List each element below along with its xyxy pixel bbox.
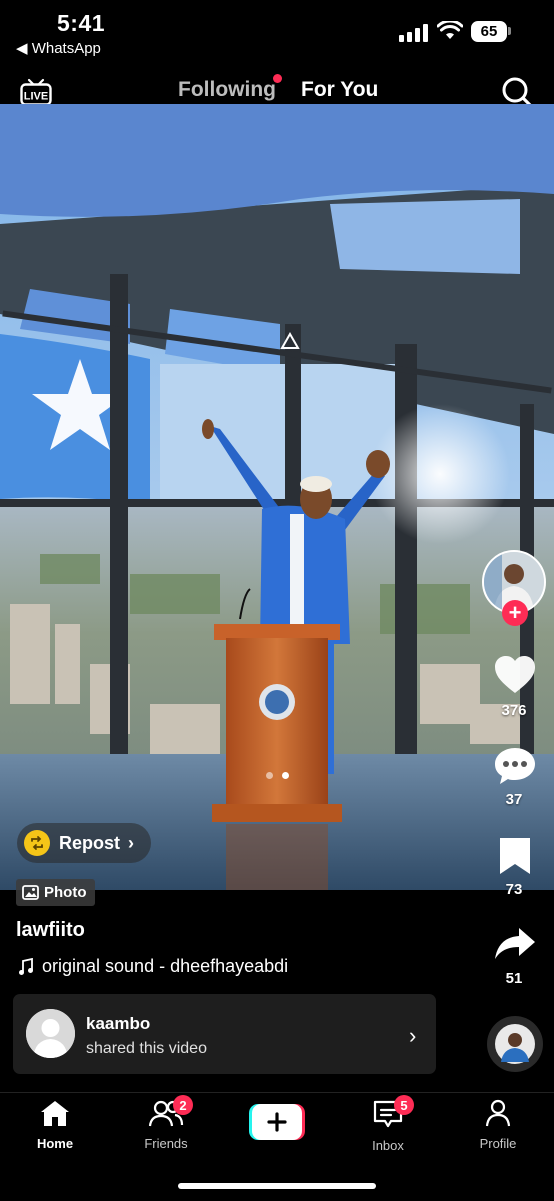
- shared-by-subtitle: shared this video: [86, 1040, 207, 1057]
- nav-profile-label: Profile: [479, 1136, 517, 1151]
- like-count: 376: [501, 702, 527, 719]
- nav-friends-label: Friends: [144, 1136, 188, 1151]
- nav-home-label: Home: [36, 1136, 74, 1151]
- carousel-indicator: [266, 772, 289, 779]
- create-button[interactable]: [249, 1104, 305, 1140]
- comment-icon[interactable]: [493, 746, 537, 786]
- save-count: 73: [505, 881, 523, 898]
- nav-profile[interactable]: Profile: [458, 1099, 538, 1151]
- share-count: 51: [505, 970, 523, 987]
- back-to-app-link[interactable]: ◀ WhatsApp: [16, 39, 101, 57]
- live-tv-icon: LIVE: [20, 78, 52, 106]
- bookmark-icon[interactable]: [497, 836, 533, 876]
- status-time: 5:41: [57, 10, 106, 36]
- following-notification-dot: [273, 74, 282, 83]
- battery-indicator: 65: [471, 21, 507, 42]
- wifi-icon: [437, 21, 463, 39]
- photo-mode-badge: Photo: [16, 879, 95, 906]
- follow-plus-button[interactable]: +: [502, 600, 528, 626]
- repost-label: Repost: [59, 832, 121, 853]
- share-icon[interactable]: [493, 926, 537, 962]
- nav-inbox[interactable]: Inbox 5: [348, 1095, 428, 1153]
- photo-icon: [22, 885, 39, 900]
- profile-icon: [485, 1099, 511, 1127]
- inbox-badge: 5: [394, 1095, 414, 1115]
- heart-icon[interactable]: [494, 655, 536, 695]
- photo-label: Photo: [44, 884, 87, 901]
- tab-following[interactable]: Following: [178, 78, 276, 102]
- home-icon: [41, 1101, 69, 1126]
- battery-tip: [508, 27, 511, 35]
- live-label: LIVE: [24, 91, 48, 103]
- default-avatar-icon: [26, 1009, 75, 1058]
- cellular-signal-icon: [399, 22, 428, 42]
- home-indicator[interactable]: [178, 1183, 376, 1189]
- live-button[interactable]: LIVE: [20, 78, 52, 106]
- creator-username[interactable]: lawfiito: [16, 919, 85, 942]
- shared-by-card[interactable]: kaambo shared this video ›: [13, 994, 436, 1074]
- shared-by-name: kaambo: [86, 1014, 151, 1033]
- sound-disc[interactable]: [487, 1016, 543, 1072]
- nav-inbox-label: Inbox: [372, 1138, 404, 1153]
- chevron-right-icon: ›: [128, 832, 135, 853]
- sound-disc-avatar: [495, 1024, 535, 1064]
- music-note-icon: [19, 957, 33, 975]
- carousel-dot: [266, 772, 273, 779]
- tab-for-you[interactable]: For You: [301, 78, 378, 102]
- comment-count: 37: [505, 791, 523, 808]
- nav-home[interactable]: Home: [15, 1099, 95, 1151]
- repost-icon: [24, 830, 50, 856]
- friends-badge: 2: [173, 1095, 193, 1115]
- sound-name: original sound - dheefhayeabdi: [42, 956, 289, 976]
- carousel-dot-active: [282, 772, 289, 779]
- sound-link[interactable]: original sound - dheefhayeabdi: [18, 956, 288, 977]
- nav-friends[interactable]: Friends 2: [126, 1095, 206, 1151]
- repost-button[interactable]: Repost ›: [17, 823, 151, 863]
- plus-icon: [249, 1104, 305, 1140]
- chevron-right-icon: ›: [409, 1023, 417, 1048]
